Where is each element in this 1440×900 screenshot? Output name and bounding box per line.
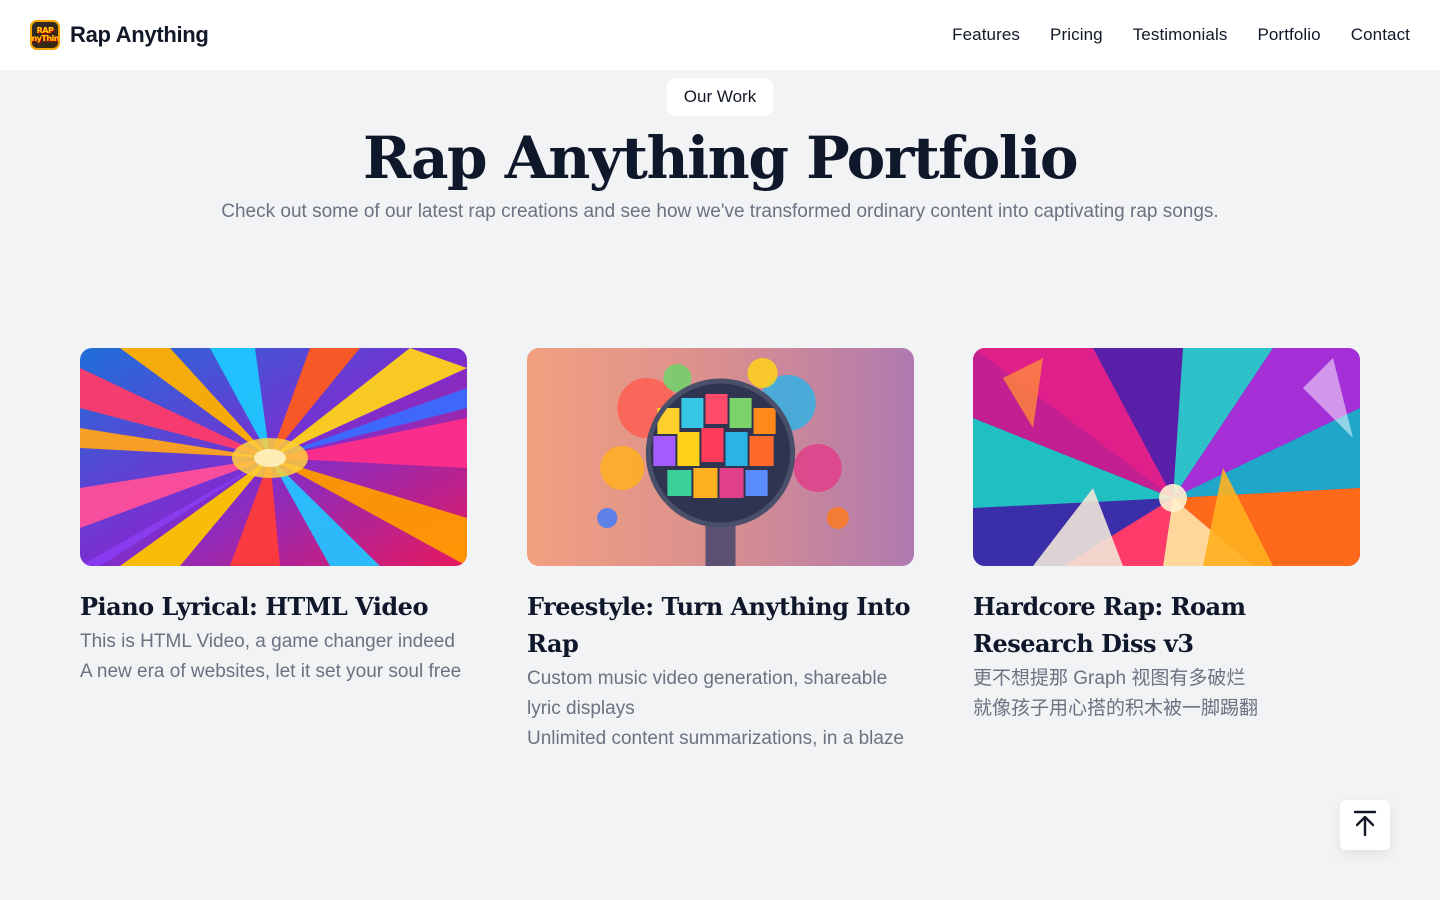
card-image-geometric-burst[interactable] xyxy=(973,348,1360,566)
brand-link[interactable]: RAPAnyThing Rap Anything xyxy=(30,20,209,50)
card-line: Custom music video generation, shareable… xyxy=(527,668,888,719)
page-subtitle: Check out some of our latest rap creatio… xyxy=(221,201,1219,222)
card-description: 更不想提那 Graph 视图有多破烂 就像孩子用心搭的积木被一脚踢翻 xyxy=(973,664,1360,724)
card-description: This is HTML Video, a game changer indee… xyxy=(80,627,467,687)
portfolio-card-3[interactable]: Hardcore Rap: Roam Research Diss v3 更不想提… xyxy=(973,348,1360,724)
card-description: Custom music video generation, shareable… xyxy=(527,664,914,754)
card-image-abstract-swirl[interactable] xyxy=(80,348,467,566)
portfolio-card-2[interactable]: Freestyle: Turn Anything Into Rap Custom… xyxy=(527,348,914,754)
brand-name: Rap Anything xyxy=(70,22,209,47)
card-line: Unlimited content summarizations, in a b… xyxy=(527,728,905,749)
card-title: Piano Lyrical: HTML Video xyxy=(80,592,428,621)
nav-contact[interactable]: Contact xyxy=(1351,25,1410,45)
page-title: Rap Anything Portfolio xyxy=(362,124,1079,192)
nav-links: Features Pricing Testimonials Portfolio … xyxy=(952,25,1410,45)
portfolio-card-1[interactable]: Piano Lyrical: HTML Video This is HTML V… xyxy=(80,348,467,687)
card-title: Freestyle: Turn Anything Into Rap xyxy=(527,592,911,658)
nav-testimonials[interactable]: Testimonials xyxy=(1133,25,1228,45)
card-title: Hardcore Rap: Roam Research Diss v3 xyxy=(973,592,1246,658)
card-line: 就像孩子用心搭的积木被一脚踢翻 xyxy=(973,698,1259,719)
card-line: 更不想提那 Graph 视图有多破烂 xyxy=(973,668,1246,689)
back-to-top-button[interactable] xyxy=(1340,800,1390,850)
logo-icon: RAPAnyThing xyxy=(30,20,60,50)
section-eyebrow: Our Work xyxy=(667,78,773,116)
navbar: RAPAnyThing Rap Anything Features Pricin… xyxy=(0,0,1440,70)
nav-pricing[interactable]: Pricing xyxy=(1050,25,1103,45)
nav-portfolio[interactable]: Portfolio xyxy=(1257,25,1320,45)
nav-features[interactable]: Features xyxy=(952,25,1020,45)
card-line: This is HTML Video, a game changer indee… xyxy=(80,631,455,652)
arrow-up-to-line-icon xyxy=(1352,809,1378,842)
card-image-colorful-microphone[interactable] xyxy=(527,348,914,566)
card-line: A new era of websites, let it set your s… xyxy=(80,661,462,682)
